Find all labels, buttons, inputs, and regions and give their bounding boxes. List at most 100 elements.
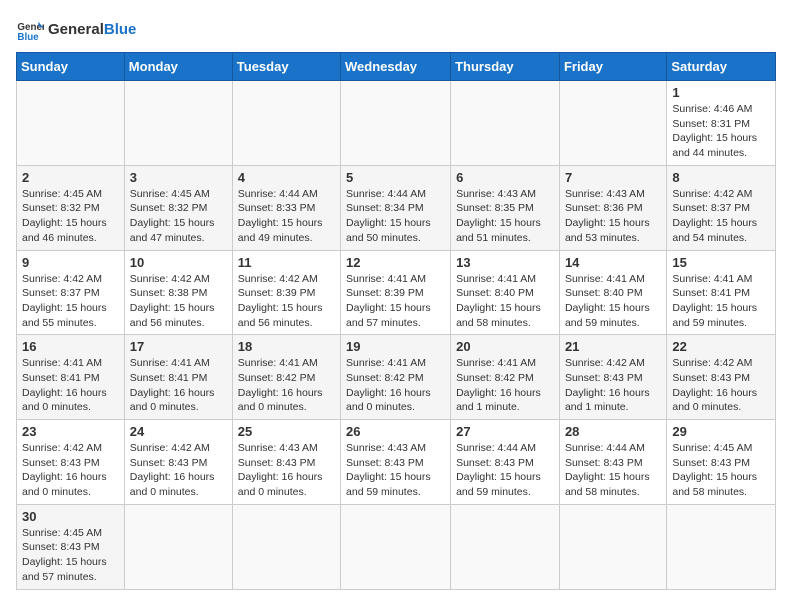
calendar-cell: 28Sunrise: 4:44 AM Sunset: 8:43 PM Dayli…: [559, 420, 666, 505]
calendar-header-row: SundayMondayTuesdayWednesdayThursdayFrid…: [17, 53, 776, 81]
day-of-week-header: Wednesday: [341, 53, 451, 81]
calendar-cell: 24 Sunrise: 4:42 AM Sunset: 8:43 PM Dayli…: [124, 420, 232, 505]
calendar-cell: 4Sunrise: 4:44 AM Sunset: 8:33 PM Daylig…: [232, 165, 340, 250]
calendar-table: SundayMondayTuesdayWednesdayThursdayFrid…: [16, 52, 776, 590]
day-number: 30: [22, 509, 119, 524]
day-number: 18: [238, 339, 335, 354]
calendar-cell: [124, 81, 232, 166]
day-info: Sunrise: 4:41 AM Sunset: 8:40 PM Dayligh…: [456, 272, 554, 331]
day-of-week-header: Friday: [559, 53, 666, 81]
calendar-cell: 21Sunrise: 4:42 AM Sunset: 8:43 PM Dayli…: [559, 335, 666, 420]
calendar-cell: 1Sunrise: 4:46 AM Sunset: 8:31 PM Daylig…: [667, 81, 776, 166]
day-number: 17: [130, 339, 227, 354]
day-info: Sunrise: 4:42 AM Sunset: 8:38 PM Dayligh…: [130, 272, 227, 331]
day-of-week-header: Thursday: [451, 53, 560, 81]
day-info: Sunrise: 4:42 AM Sunset: 8:37 PM Dayligh…: [672, 187, 770, 246]
calendar-cell: 16 Sunrise: 4:41 AM Sunset: 8:41 PM Dayli…: [17, 335, 125, 420]
day-number: 6: [456, 170, 554, 185]
day-info: Sunrise: 4:42 AM Sunset: 8:43 PM Dayligh…: [22, 441, 119, 500]
day-number: 7: [565, 170, 661, 185]
calendar-week-row: 30 Sunrise: 4:45 AM Sunset: 8:43 PM Dayli…: [17, 504, 776, 589]
calendar-cell: 18 Sunrise: 4:41 AM Sunset: 8:42 PM Dayli…: [232, 335, 340, 420]
calendar-cell: [451, 504, 560, 589]
calendar-cell: 23Sunrise: 4:42 AM Sunset: 8:43 PM Dayli…: [17, 420, 125, 505]
calendar-cell: [232, 81, 340, 166]
calendar-week-row: 16 Sunrise: 4:41 AM Sunset: 8:41 PM Dayli…: [17, 335, 776, 420]
day-info: Sunrise: 4:44 AM Sunset: 8:34 PM Dayligh…: [346, 187, 445, 246]
day-info: Sunrise: 4:43 AM Sunset: 8:43 PM Dayligh…: [238, 441, 335, 500]
calendar-cell: 2 Sunrise: 4:45 AM Sunset: 8:32 PM Daylig…: [17, 165, 125, 250]
day-info: Sunrise: 4:43 AM Sunset: 8:36 PM Dayligh…: [565, 187, 661, 246]
day-number: 15: [672, 255, 770, 270]
day-number: 11: [238, 255, 335, 270]
calendar-cell: 3Sunrise: 4:45 AM Sunset: 8:32 PM Daylig…: [124, 165, 232, 250]
calendar-cell: 12 Sunrise: 4:41 AM Sunset: 8:39 PM Dayli…: [341, 250, 451, 335]
day-info: Sunrise: 4:41 AM Sunset: 8:42 PM Dayligh…: [456, 356, 554, 415]
day-of-week-header: Monday: [124, 53, 232, 81]
calendar-cell: 20 Sunrise: 4:41 AM Sunset: 8:42 PM Dayli…: [451, 335, 560, 420]
day-info: Sunrise: 4:41 AM Sunset: 8:41 PM Dayligh…: [130, 356, 227, 415]
day-info: Sunrise: 4:42 AM Sunset: 8:43 PM Dayligh…: [130, 441, 227, 500]
calendar-week-row: 2 Sunrise: 4:45 AM Sunset: 8:32 PM Daylig…: [17, 165, 776, 250]
day-info: Sunrise: 4:41 AM Sunset: 8:40 PM Dayligh…: [565, 272, 661, 331]
day-info: Sunrise: 4:41 AM Sunset: 8:41 PM Dayligh…: [22, 356, 119, 415]
day-number: 8: [672, 170, 770, 185]
day-info: Sunrise: 4:42 AM Sunset: 8:43 PM Dayligh…: [672, 356, 770, 415]
calendar-cell: 9Sunrise: 4:42 AM Sunset: 8:37 PM Daylig…: [17, 250, 125, 335]
logo-icon: General Blue: [16, 16, 44, 44]
calendar-cell: [232, 504, 340, 589]
day-info: Sunrise: 4:41 AM Sunset: 8:39 PM Dayligh…: [346, 272, 445, 331]
calendar-cell: [559, 81, 666, 166]
day-number: 9: [22, 255, 119, 270]
calendar-cell: [341, 504, 451, 589]
day-number: 24: [130, 424, 227, 439]
day-info: Sunrise: 4:45 AM Sunset: 8:43 PM Dayligh…: [672, 441, 770, 500]
day-number: 12: [346, 255, 445, 270]
calendar-cell: 22 Sunrise: 4:42 AM Sunset: 8:43 PM Dayli…: [667, 335, 776, 420]
day-info: Sunrise: 4:45 AM Sunset: 8:43 PM Dayligh…: [22, 526, 119, 585]
calendar-week-row: 9Sunrise: 4:42 AM Sunset: 8:37 PM Daylig…: [17, 250, 776, 335]
calendar-cell: 7 Sunrise: 4:43 AM Sunset: 8:36 PM Daylig…: [559, 165, 666, 250]
calendar-cell: 15 Sunrise: 4:41 AM Sunset: 8:41 PM Dayli…: [667, 250, 776, 335]
day-info: Sunrise: 4:46 AM Sunset: 8:31 PM Dayligh…: [672, 102, 770, 161]
day-number: 22: [672, 339, 770, 354]
svg-text:Blue: Blue: [17, 32, 39, 43]
day-info: Sunrise: 4:44 AM Sunset: 8:43 PM Dayligh…: [456, 441, 554, 500]
day-number: 13: [456, 255, 554, 270]
calendar-cell: 13 Sunrise: 4:41 AM Sunset: 8:40 PM Dayli…: [451, 250, 560, 335]
day-info: Sunrise: 4:41 AM Sunset: 8:42 PM Dayligh…: [346, 356, 445, 415]
calendar-cell: [559, 504, 666, 589]
calendar-cell: 8 Sunrise: 4:42 AM Sunset: 8:37 PM Daylig…: [667, 165, 776, 250]
day-info: Sunrise: 4:43 AM Sunset: 8:35 PM Dayligh…: [456, 187, 554, 246]
day-number: 2: [22, 170, 119, 185]
calendar-cell: [124, 504, 232, 589]
day-info: Sunrise: 4:42 AM Sunset: 8:39 PM Dayligh…: [238, 272, 335, 331]
calendar-cell: 19 Sunrise: 4:41 AM Sunset: 8:42 PM Dayli…: [341, 335, 451, 420]
day-number: 29: [672, 424, 770, 439]
logo-general-text: General: [48, 21, 104, 38]
calendar-week-row: 23Sunrise: 4:42 AM Sunset: 8:43 PM Dayli…: [17, 420, 776, 505]
day-info: Sunrise: 4:41 AM Sunset: 8:41 PM Dayligh…: [672, 272, 770, 331]
calendar-cell: 10Sunrise: 4:42 AM Sunset: 8:38 PM Dayli…: [124, 250, 232, 335]
page-header: General Blue General Blue: [16, 16, 776, 44]
logo: General Blue General Blue: [16, 16, 136, 44]
day-number: 28: [565, 424, 661, 439]
calendar-week-row: 1Sunrise: 4:46 AM Sunset: 8:31 PM Daylig…: [17, 81, 776, 166]
day-number: 16: [22, 339, 119, 354]
day-of-week-header: Saturday: [667, 53, 776, 81]
calendar-cell: 26Sunrise: 4:43 AM Sunset: 8:43 PM Dayli…: [341, 420, 451, 505]
calendar-cell: 6 Sunrise: 4:43 AM Sunset: 8:35 PM Daylig…: [451, 165, 560, 250]
calendar-cell: [341, 81, 451, 166]
calendar-cell: 29 Sunrise: 4:45 AM Sunset: 8:43 PM Dayli…: [667, 420, 776, 505]
day-number: 20: [456, 339, 554, 354]
calendar-cell: 25Sunrise: 4:43 AM Sunset: 8:43 PM Dayli…: [232, 420, 340, 505]
day-number: 21: [565, 339, 661, 354]
calendar-cell: 17 Sunrise: 4:41 AM Sunset: 8:41 PM Dayli…: [124, 335, 232, 420]
day-number: 19: [346, 339, 445, 354]
day-number: 27: [456, 424, 554, 439]
day-info: Sunrise: 4:41 AM Sunset: 8:42 PM Dayligh…: [238, 356, 335, 415]
calendar-cell: [451, 81, 560, 166]
day-of-week-header: Tuesday: [232, 53, 340, 81]
day-info: Sunrise: 4:45 AM Sunset: 8:32 PM Dayligh…: [22, 187, 119, 246]
day-number: 4: [238, 170, 335, 185]
